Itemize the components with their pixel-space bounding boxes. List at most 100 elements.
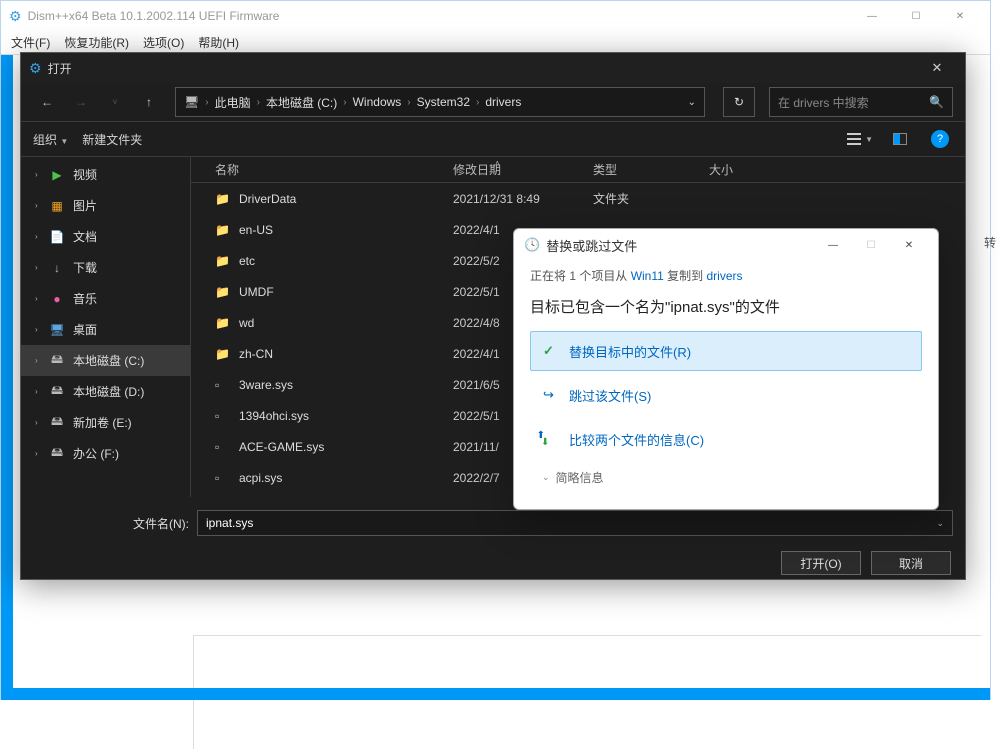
option-skip[interactable]: ↪ 跳过该文件(S) xyxy=(530,375,922,415)
menu-options[interactable]: 选项(O) xyxy=(143,34,184,51)
file-icon: ▫ xyxy=(215,471,233,485)
expand-icon: › xyxy=(35,232,38,241)
col-type[interactable]: 类型 xyxy=(593,161,709,178)
folder-icon: ↓ xyxy=(49,261,65,275)
search-icon[interactable]: 🔍 xyxy=(929,95,944,109)
sidebar-item[interactable]: › 📄 文档 xyxy=(21,221,190,252)
app-title: Dism++x64 Beta 10.1.2002.114 UEFI Firmwa… xyxy=(28,9,280,23)
filename-input[interactable]: ipnat.sys ⌄ xyxy=(197,510,953,536)
folder-icon: 🖴 xyxy=(49,443,65,464)
chevron-icon: › xyxy=(343,97,346,108)
expand-icon: › xyxy=(35,418,38,427)
file-row[interactable]: 📁DriverData2021/12/31 8:49文件夹 xyxy=(191,183,965,214)
up-button[interactable]: ↑ xyxy=(135,89,163,115)
sidebar-item[interactable]: › 🖴 本地磁盘 (C:) xyxy=(21,345,190,376)
details-toggle[interactable]: ⌄ 简略信息 xyxy=(530,463,922,492)
sidebar-item[interactable]: › ● 音乐 xyxy=(21,283,190,314)
folder-icon: 📁 xyxy=(215,285,233,299)
minimize-button[interactable]: — xyxy=(814,231,852,259)
sidebar-item[interactable]: › 🖴 新加卷 (E:) xyxy=(21,407,190,438)
sidebar-item-label: 新加卷 (E:) xyxy=(73,414,132,431)
folder-icon: 📁 xyxy=(215,347,233,361)
file-name: wd xyxy=(239,316,453,330)
organize-menu[interactable]: 组织 ▼ xyxy=(33,131,68,148)
sidebar: › ▶ 视频› ▦ 图片› 📄 文档› ↓ 下载› ● 音乐› 🖥 桌面› 🖴 … xyxy=(21,157,191,497)
sidebar-item[interactable]: › ▦ 图片 xyxy=(21,190,190,221)
folder-icon: 🖴 xyxy=(49,412,65,433)
sidebar-item-label: 图片 xyxy=(73,197,97,214)
breadcrumb-win[interactable]: Windows xyxy=(353,95,402,109)
dest-link[interactable]: drivers xyxy=(706,269,742,283)
forward-button[interactable]: → xyxy=(67,89,95,115)
expand-icon: › xyxy=(35,170,38,179)
option-replace[interactable]: ✓ 替换目标中的文件(R) xyxy=(530,331,922,371)
sidebar-item[interactable]: › ↓ 下载 xyxy=(21,252,190,283)
file-icon: ▫ xyxy=(215,409,233,423)
sidebar-item[interactable]: › ▶ 视频 xyxy=(21,159,190,190)
file-name: en-US xyxy=(239,223,453,237)
maximize-button[interactable]: ☐ xyxy=(852,231,890,259)
cancel-button[interactable]: 取消 xyxy=(871,551,951,575)
column-headers[interactable]: ˄ 名称 修改日期 类型 大小 xyxy=(191,157,965,183)
sidebar-item[interactable]: › 🖥 桌面 xyxy=(21,314,190,345)
gear-icon: ⚙ xyxy=(29,60,42,77)
folder-icon: 📁 xyxy=(215,254,233,268)
help-button[interactable]: ? xyxy=(927,127,953,151)
folder-icon: 🖥 xyxy=(49,323,65,337)
sidebar-item-label: 文档 xyxy=(73,228,97,245)
chevron-down-icon[interactable]: ⌄ xyxy=(936,518,944,529)
folder-icon: 📁 xyxy=(215,192,233,206)
open-button[interactable]: 打开(O) xyxy=(781,551,861,575)
file-name: zh-CN xyxy=(239,347,453,361)
view-menu[interactable]: ▼ xyxy=(847,127,873,151)
sidebar-item[interactable]: › 🖴 本地磁盘 (D:) xyxy=(21,376,190,407)
option-compare[interactable]: 比较两个文件的信息(C) xyxy=(530,419,922,459)
maximize-button[interactable]: ☐ xyxy=(894,1,938,31)
open-dialog-titlebar: ⚙ 打开 ✕ xyxy=(21,53,965,83)
close-icon[interactable]: ✕ xyxy=(917,53,957,83)
breadcrumb-drv[interactable]: drivers xyxy=(485,95,521,109)
sidebar-item[interactable]: › 🖴 办公 (F:) xyxy=(21,438,190,469)
open-dialog-title: 打开 xyxy=(48,60,72,77)
source-link[interactable]: Win11 xyxy=(631,269,664,283)
folder-icon: 🖴 xyxy=(49,381,65,402)
menu-file[interactable]: 文件(F) xyxy=(11,34,50,51)
col-name[interactable]: 名称 xyxy=(215,161,453,178)
col-size[interactable]: 大小 xyxy=(709,161,965,178)
search-input[interactable]: 在 drivers 中搜索 🔍 xyxy=(769,87,953,117)
file-name: acpi.sys xyxy=(239,471,453,485)
breadcrumb-c[interactable]: 本地磁盘 (C:) xyxy=(266,94,337,111)
gear-icon: ⚙ xyxy=(9,8,22,25)
edge-text: 转 xyxy=(984,234,996,251)
chevron-down-icon[interactable]: ⌄ xyxy=(688,97,696,108)
address-bar[interactable]: 🖥 › 此电脑 › 本地磁盘 (C:) › Windows › System32… xyxy=(175,87,705,117)
sidebar-item-label: 音乐 xyxy=(73,290,97,307)
skip-icon: ↪ xyxy=(543,387,563,403)
close-button[interactable]: ✕ xyxy=(890,231,928,259)
close-button[interactable]: ✕ xyxy=(938,1,982,31)
folder-icon: 🖴 xyxy=(49,350,65,371)
breadcrumb-pc[interactable]: 此电脑 xyxy=(215,94,251,111)
file-name: UMDF xyxy=(239,285,453,299)
nav-row: ← → ˅ ↑ 🖥 › 此电脑 › 本地磁盘 (C:) › Windows › … xyxy=(21,83,965,121)
file-name: 3ware.sys xyxy=(239,378,453,392)
clock-icon: 🕓 xyxy=(524,237,540,253)
dialog-body: 正在将 1 个项目从 Win11 复制到 drivers 目标已包含一个名为"i… xyxy=(514,261,938,502)
minimize-button[interactable]: — xyxy=(850,1,894,31)
recent-chevron[interactable]: ˅ xyxy=(101,89,129,115)
toolbar: 组织 ▼ 新建文件夹 ▼ ? xyxy=(21,121,965,157)
menu-help[interactable]: 帮助(H) xyxy=(198,34,239,51)
menu-restore[interactable]: 恢复功能(R) xyxy=(64,34,129,51)
breadcrumb-sys32[interactable]: System32 xyxy=(417,95,470,109)
preview-toggle[interactable] xyxy=(887,127,913,151)
statusbar xyxy=(1,688,990,700)
refresh-button[interactable]: ↻ xyxy=(723,87,755,117)
file-type: 文件夹 xyxy=(593,190,709,207)
folder-icon: ▦ xyxy=(49,199,65,213)
back-button[interactable]: ← xyxy=(33,89,61,115)
new-folder-button[interactable]: 新建文件夹 xyxy=(82,131,142,148)
chevron-icon: › xyxy=(407,97,410,108)
file-icon: ▫ xyxy=(215,440,233,454)
col-date[interactable]: 修改日期 xyxy=(453,161,593,178)
folder-icon: ● xyxy=(49,292,65,306)
